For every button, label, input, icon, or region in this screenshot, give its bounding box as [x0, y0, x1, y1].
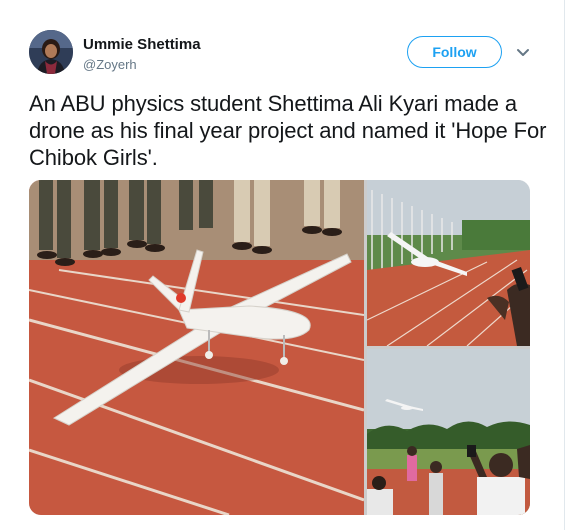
tweet-card: Ummie Shettima @Zoyerh Follow An ABU phy… — [0, 0, 565, 530]
drone-in-sky-crowd-photo[interactable] — [367, 349, 530, 515]
chevron-down-icon[interactable] — [515, 44, 531, 60]
tweet-text: An ABU physics student Shettima Ali Kyar… — [29, 91, 547, 170]
drone-on-track-photo[interactable] — [29, 180, 364, 515]
media-grid — [29, 180, 530, 515]
author-name[interactable]: Ummie Shettima — [83, 36, 201, 53]
author-handle[interactable]: @Zoyerh — [83, 57, 137, 72]
drone-flying-over-stadium-photo[interactable] — [367, 180, 530, 346]
author-avatar[interactable] — [29, 30, 73, 74]
follow-button[interactable]: Follow — [407, 36, 502, 68]
